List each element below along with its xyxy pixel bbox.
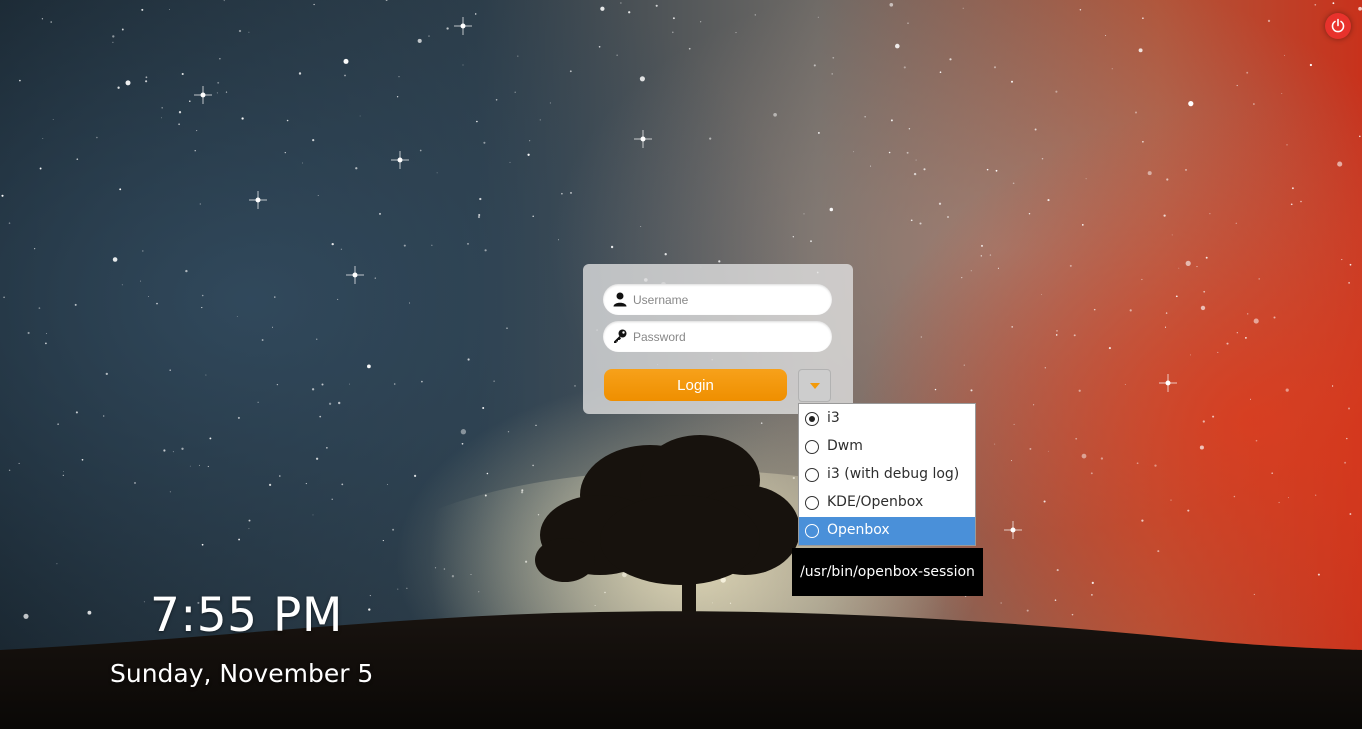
radio-icon (805, 524, 819, 538)
session-item[interactable]: i3 (799, 405, 975, 433)
session-item-label: KDE/Openbox (827, 494, 924, 510)
radio-icon (805, 440, 819, 454)
user-icon (613, 292, 627, 307)
username-field[interactable] (603, 284, 832, 315)
username-input[interactable] (633, 284, 823, 315)
login-button[interactable]: Login (604, 369, 787, 401)
session-tooltip: /usr/bin/openbox-session (792, 548, 983, 596)
password-input[interactable] (633, 321, 823, 352)
login-panel: Login (583, 264, 853, 414)
session-item-highlighted[interactable]: Openbox (799, 517, 975, 545)
power-icon (1331, 18, 1345, 33)
session-item-label: i3 (with debug log) (827, 466, 960, 482)
radio-checked-icon (805, 412, 819, 426)
key-icon (614, 329, 627, 343)
password-field[interactable] (603, 321, 832, 352)
radio-icon (805, 468, 819, 482)
login-screen: Login i3 Dwm i3 (with debug log) KDE/Ope… (0, 0, 1362, 729)
radio-icon (805, 496, 819, 510)
session-item-label: Openbox (827, 522, 890, 538)
clock-date: Sunday, November 5 (110, 659, 374, 688)
session-item-label: Dwm (827, 438, 863, 454)
session-item[interactable]: Dwm (799, 433, 975, 461)
session-item-label: i3 (827, 410, 840, 426)
session-menu-toggle[interactable] (798, 369, 831, 402)
power-button[interactable] (1325, 13, 1351, 39)
session-item[interactable]: i3 (with debug log) (799, 461, 975, 489)
session-item[interactable]: KDE/Openbox (799, 489, 975, 517)
session-menu: i3 Dwm i3 (with debug log) KDE/Openbox O… (798, 403, 976, 546)
caret-down-icon (809, 382, 820, 389)
clock-time: 7:55 PM (150, 588, 343, 643)
